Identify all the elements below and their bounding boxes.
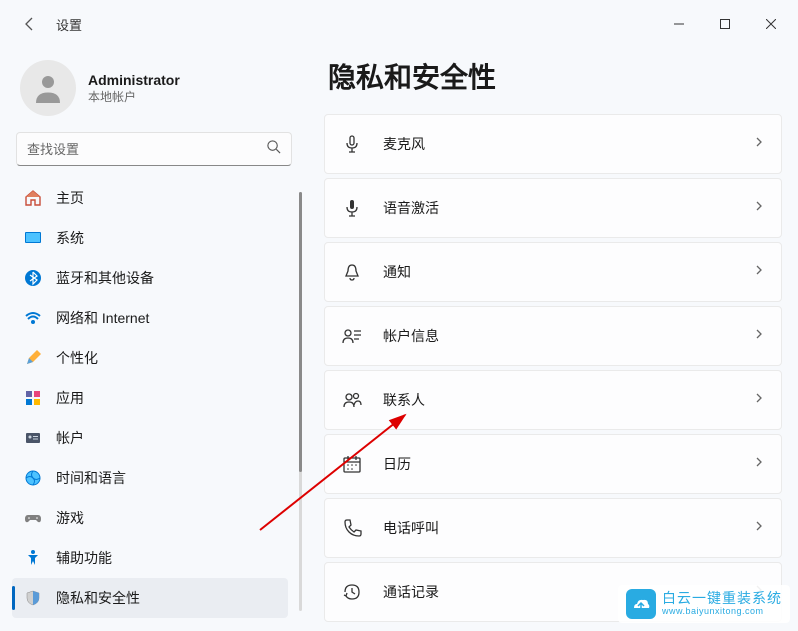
shield-icon — [24, 589, 42, 607]
system-icon — [24, 229, 42, 247]
card-label: 电话呼叫 — [383, 518, 733, 538]
sidebar-item-home[interactable]: 主页 — [12, 178, 288, 218]
chevron-right-icon — [753, 327, 765, 345]
sidebar-item-accessibility[interactable]: 辅助功能 — [12, 538, 288, 578]
account-info-icon — [341, 325, 363, 347]
card-label: 联系人 — [383, 390, 733, 410]
card-notifications[interactable]: 通知 — [324, 242, 782, 302]
user-name: Administrator — [88, 72, 180, 88]
chevron-right-icon — [753, 391, 765, 409]
apps-icon — [24, 389, 42, 407]
watermark-icon — [626, 589, 656, 619]
sidebar-item-label: 网络和 Internet — [56, 308, 149, 328]
sidebar-item-label: 主页 — [56, 188, 84, 208]
search-icon — [266, 139, 281, 159]
sidebar-item-personalize[interactable]: 个性化 — [12, 338, 288, 378]
sidebar-item-label: 隐私和安全性 — [56, 588, 140, 608]
sidebar-item-label: 辅助功能 — [56, 548, 112, 568]
sidebar-scrollbar[interactable] — [299, 192, 302, 611]
network-icon — [24, 309, 42, 327]
page-title: 隐私和安全性 — [324, 56, 782, 96]
personalize-icon — [24, 349, 42, 367]
card-calendar[interactable]: 日历 — [324, 434, 782, 494]
sidebar-item-label: 游戏 — [56, 508, 84, 528]
sidebar-item-label: 时间和语言 — [56, 468, 126, 488]
minimize-button[interactable] — [656, 8, 702, 40]
sidebar-item-accounts[interactable]: 帐户 — [12, 418, 288, 458]
sidebar-item-label: 系统 — [56, 228, 84, 248]
notifications-icon — [341, 261, 363, 283]
sidebar-item-label: 蓝牙和其他设备 — [56, 268, 154, 288]
sidebar-item-label: 帐户 — [56, 428, 84, 448]
card-label: 麦克风 — [383, 134, 733, 154]
card-voice[interactable]: 语音激活 — [324, 178, 782, 238]
watermark: 白云一键重装系统 www.baiyunxitong.com — [618, 585, 790, 623]
sidebar-item-network[interactable]: 网络和 Internet — [12, 298, 288, 338]
user-subtitle: 本地帐户 — [88, 88, 180, 105]
watermark-line1: 白云一键重装系统 — [662, 591, 782, 606]
maximize-button[interactable] — [702, 8, 748, 40]
close-button[interactable] — [748, 8, 794, 40]
contacts-icon — [341, 389, 363, 411]
microphone-icon — [341, 133, 363, 155]
sidebar-item-label: 个性化 — [56, 348, 98, 368]
sidebar-item-gaming[interactable]: 游戏 — [12, 498, 288, 538]
voice-icon — [341, 197, 363, 219]
nav-list: 主页 系统 蓝牙和其他设备 网络和 Internet 个性化 应用 — [12, 178, 296, 631]
chevron-right-icon — [753, 519, 765, 537]
chevron-right-icon — [753, 455, 765, 473]
card-microphone[interactable]: 麦克风 — [324, 114, 782, 174]
card-label: 日历 — [383, 454, 733, 474]
sidebar-item-system[interactable]: 系统 — [12, 218, 288, 258]
home-icon — [24, 189, 42, 207]
titlebar: 设置 — [0, 0, 798, 48]
card-label: 通知 — [383, 262, 733, 282]
accessibility-icon — [24, 549, 42, 567]
calendar-icon — [341, 453, 363, 475]
main-content: 隐私和安全性 麦克风 语音激活 通知 帐户信息 联系人 — [300, 48, 798, 631]
card-contacts[interactable]: 联系人 — [324, 370, 782, 430]
time-icon — [24, 469, 42, 487]
avatar — [20, 60, 76, 116]
bluetooth-icon — [24, 269, 42, 287]
sidebar-item-label: 应用 — [56, 388, 84, 408]
search-input[interactable] — [27, 142, 258, 157]
sidebar-scrollbar-thumb[interactable] — [299, 192, 302, 472]
search-box[interactable] — [16, 132, 292, 166]
phone-icon — [341, 517, 363, 539]
sidebar-item-time[interactable]: 时间和语言 — [12, 458, 288, 498]
card-label: 帐户信息 — [383, 326, 733, 346]
sidebar-item-bluetooth[interactable]: 蓝牙和其他设备 — [12, 258, 288, 298]
watermark-line2: www.baiyunxitong.com — [662, 607, 782, 617]
sidebar-item-apps[interactable]: 应用 — [12, 378, 288, 418]
sidebar-item-privacy[interactable]: 隐私和安全性 — [12, 578, 288, 618]
accounts-icon — [24, 429, 42, 447]
window-title: 设置 — [56, 15, 82, 34]
chevron-right-icon — [753, 135, 765, 153]
card-label: 语音激活 — [383, 198, 733, 218]
card-phone[interactable]: 电话呼叫 — [324, 498, 782, 558]
card-account-info[interactable]: 帐户信息 — [324, 306, 782, 366]
history-icon — [341, 581, 363, 603]
user-block[interactable]: Administrator 本地帐户 — [12, 48, 296, 132]
sidebar: Administrator 本地帐户 主页 系统 — [0, 48, 300, 631]
chevron-right-icon — [753, 263, 765, 281]
chevron-right-icon — [753, 199, 765, 217]
back-button[interactable] — [20, 14, 40, 34]
gaming-icon — [24, 509, 42, 527]
